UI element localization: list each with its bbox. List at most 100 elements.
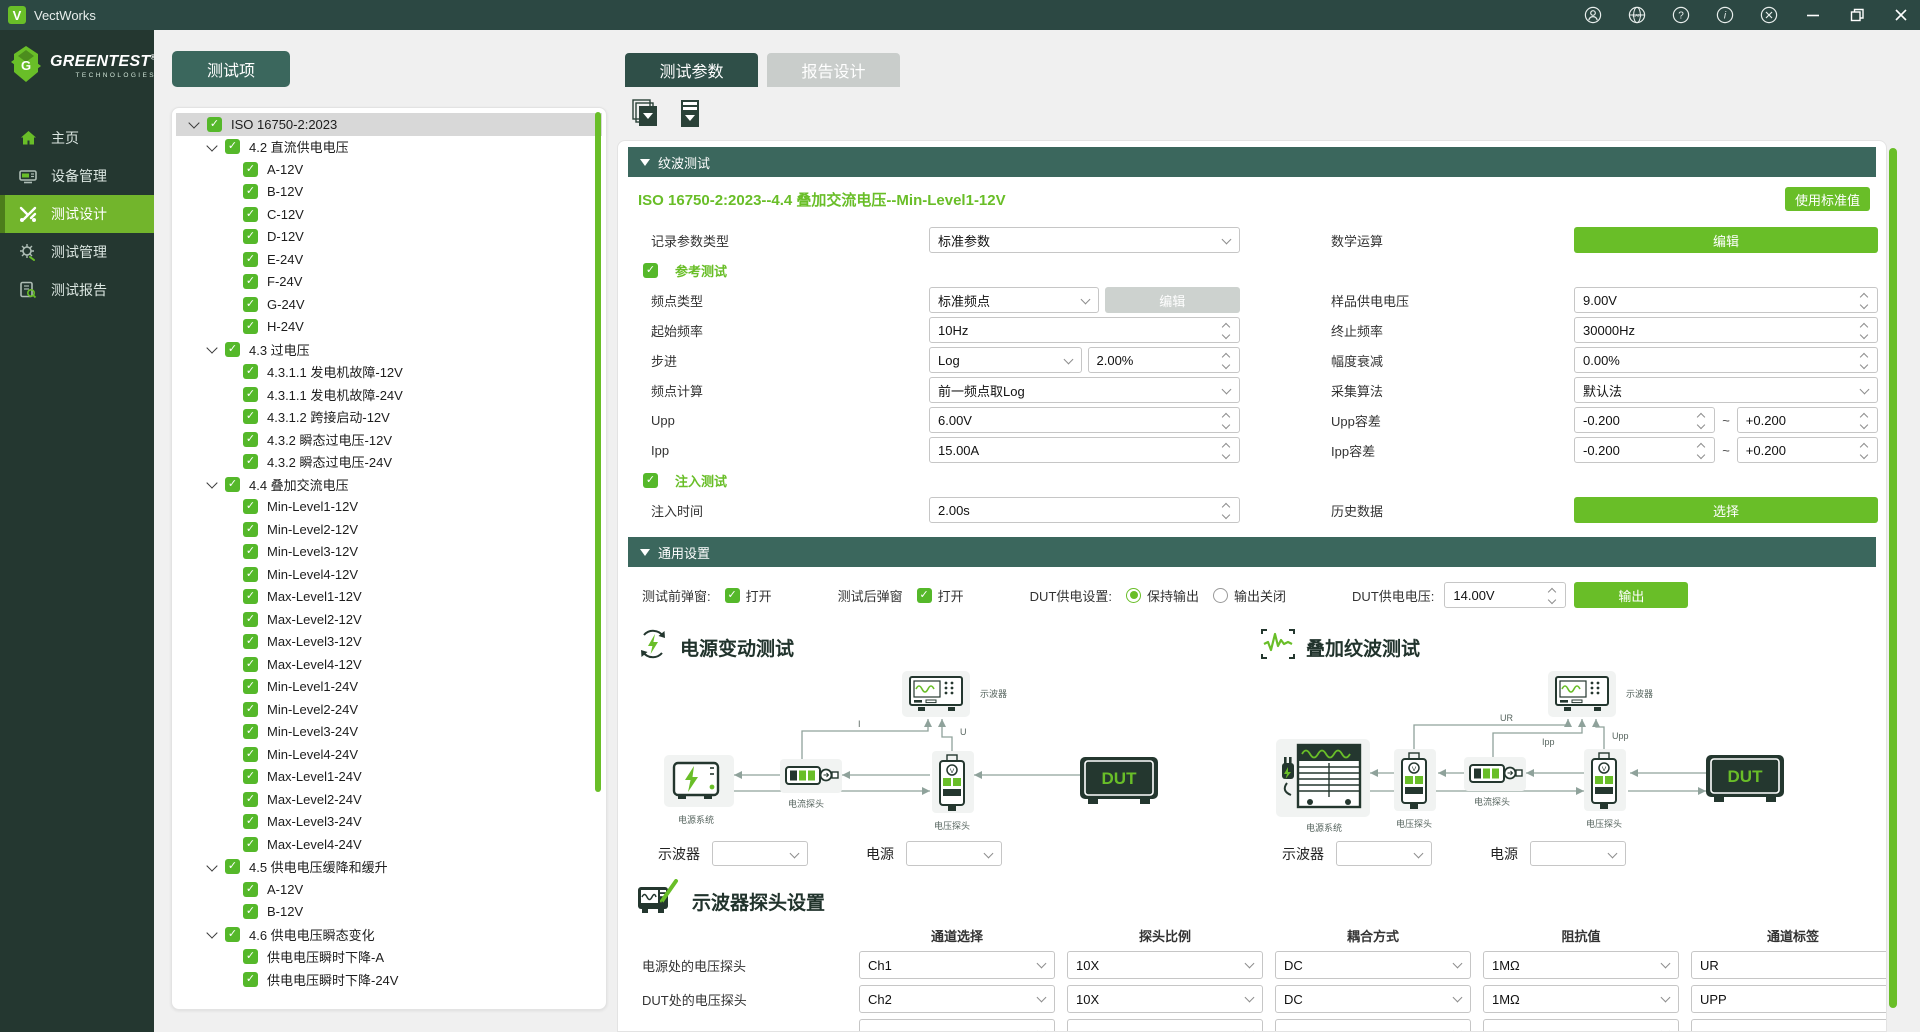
tree-item[interactable]: Max-Level3-12V bbox=[176, 631, 602, 654]
tree-checkbox[interactable] bbox=[243, 432, 258, 447]
power-select[interactable] bbox=[1530, 841, 1626, 866]
tree-checkbox[interactable] bbox=[225, 927, 240, 942]
upp-tol-min-spinner[interactable]: -0.200 bbox=[1574, 407, 1715, 433]
ripple-section-header[interactable]: 纹波测试 bbox=[628, 147, 1876, 177]
tree-checkbox[interactable] bbox=[207, 117, 222, 132]
tree-item[interactable]: 4.3.2 瞬态过电压-12V bbox=[176, 428, 602, 451]
freq-type-edit-button[interactable]: 编辑 bbox=[1105, 287, 1241, 313]
inject-time-spinner[interactable]: 2.00s bbox=[929, 497, 1240, 523]
tree-item[interactable]: Max-Level2-24V bbox=[176, 788, 602, 811]
tree-item[interactable]: B-12V bbox=[176, 181, 602, 204]
spinner-arrows-icon[interactable] bbox=[1860, 321, 1870, 341]
channel-tag-input[interactable] bbox=[1691, 1019, 1887, 1032]
spinner-arrows-icon[interactable] bbox=[1697, 441, 1707, 461]
tree-checkbox[interactable] bbox=[243, 409, 258, 424]
spinner-arrows-icon[interactable] bbox=[1222, 501, 1232, 521]
test-items-header[interactable]: 测试项 bbox=[172, 51, 290, 87]
spinner-arrows-icon[interactable] bbox=[1860, 351, 1870, 371]
expand-chevron-icon[interactable] bbox=[206, 928, 218, 940]
power-select[interactable] bbox=[906, 841, 1002, 866]
start-freq-spinner[interactable]: 10Hz bbox=[929, 317, 1240, 343]
tree-item[interactable]: 4.2 直流供电电压 bbox=[176, 136, 602, 159]
scope-select[interactable] bbox=[1336, 841, 1432, 866]
spinner-arrows-icon[interactable] bbox=[1860, 291, 1870, 311]
tree-checkbox[interactable] bbox=[243, 882, 258, 897]
amplitude-atten-spinner[interactable]: 0.00% bbox=[1574, 347, 1878, 373]
tree-item[interactable]: Min-Level3-24V bbox=[176, 721, 602, 744]
ratio-select[interactable]: 10X bbox=[1067, 985, 1263, 1013]
tree-checkbox[interactable] bbox=[243, 567, 258, 582]
tree-checkbox[interactable] bbox=[243, 747, 258, 762]
tree-checkbox[interactable] bbox=[243, 162, 258, 177]
tree-checkbox[interactable] bbox=[243, 814, 258, 829]
end-freq-spinner[interactable]: 30000Hz bbox=[1574, 317, 1878, 343]
tree-checkbox[interactable] bbox=[243, 544, 258, 559]
tree-item[interactable]: 4.4 叠加交流电压 bbox=[176, 473, 602, 496]
expand-chevron-icon[interactable] bbox=[188, 118, 200, 130]
record-param-select[interactable]: 标准参数 bbox=[929, 227, 1240, 253]
spinner-arrows-icon[interactable] bbox=[1860, 441, 1870, 461]
user-icon[interactable] bbox=[1584, 6, 1602, 24]
acq-algorithm-select[interactable]: 默认法 bbox=[1574, 377, 1878, 403]
spinner-arrows-icon[interactable] bbox=[1222, 441, 1232, 461]
reference-test-checkbox[interactable] bbox=[643, 263, 658, 278]
channel-tag-input[interactable]: UR bbox=[1691, 951, 1887, 979]
maximize-button[interactable] bbox=[1848, 6, 1866, 24]
tree-item[interactable]: 4.3.2 瞬态过电压-24V bbox=[176, 451, 602, 474]
tree-item[interactable]: 4.3.1.2 跨接启动-12V bbox=[176, 406, 602, 429]
minimize-button[interactable] bbox=[1804, 6, 1822, 24]
expand-chevron-icon[interactable] bbox=[206, 478, 218, 490]
ratio-select[interactable] bbox=[1067, 1019, 1263, 1032]
tree-checkbox[interactable] bbox=[243, 184, 258, 199]
tree-checkbox[interactable] bbox=[243, 297, 258, 312]
tree-checkbox[interactable] bbox=[243, 274, 258, 289]
tree-checkbox[interactable] bbox=[243, 454, 258, 469]
upp-tol-max-spinner[interactable]: +0.200 bbox=[1737, 407, 1878, 433]
tree-item[interactable]: 供电电压瞬时下降-24V bbox=[176, 968, 602, 991]
tree-checkbox[interactable] bbox=[243, 769, 258, 784]
main-scrollbar[interactable] bbox=[1889, 148, 1897, 1008]
info-icon[interactable]: i bbox=[1716, 6, 1734, 24]
tree-item[interactable]: 4.3 过电压 bbox=[176, 338, 602, 361]
tree-checkbox[interactable] bbox=[243, 702, 258, 717]
tree-checkbox[interactable] bbox=[243, 634, 258, 649]
output-off-radio[interactable] bbox=[1213, 588, 1228, 603]
tree-checkbox[interactable] bbox=[225, 342, 240, 357]
tree-item[interactable]: Min-Level4-24V bbox=[176, 743, 602, 766]
spinner-arrows-icon[interactable] bbox=[1222, 321, 1232, 341]
keep-output-radio[interactable] bbox=[1126, 588, 1141, 603]
coupling-select[interactable] bbox=[1275, 1019, 1471, 1032]
tree-item[interactable]: Min-Level1-12V bbox=[176, 496, 602, 519]
channel-select[interactable] bbox=[859, 1019, 1055, 1032]
tree-item[interactable]: B-12V bbox=[176, 901, 602, 924]
tab-test-parameters[interactable]: 测试参数 bbox=[625, 53, 758, 87]
tree-item[interactable]: Max-Level2-12V bbox=[176, 608, 602, 631]
import-down-icon[interactable] bbox=[675, 98, 705, 130]
output-button[interactable]: 输出 bbox=[1574, 582, 1688, 608]
expand-chevron-icon[interactable] bbox=[206, 141, 218, 153]
tree-checkbox[interactable] bbox=[243, 724, 258, 739]
tree-item[interactable]: 供电电压瞬时下降-A bbox=[176, 946, 602, 969]
ipp-tol-min-spinner[interactable]: -0.200 bbox=[1574, 437, 1715, 463]
tree-item[interactable]: E-24V bbox=[176, 248, 602, 271]
tree-checkbox[interactable] bbox=[225, 139, 240, 154]
channel-select[interactable]: Ch1 bbox=[859, 951, 1055, 979]
impedance-select[interactable]: 1MΩ bbox=[1483, 951, 1679, 979]
math-edit-button[interactable]: 编辑 bbox=[1574, 227, 1878, 253]
tree-item[interactable]: Min-Level4-12V bbox=[176, 563, 602, 586]
batch-copy-down-icon[interactable] bbox=[630, 98, 660, 130]
tree-item[interactable]: C-12V bbox=[176, 203, 602, 226]
tree-item[interactable]: A-12V bbox=[176, 158, 602, 181]
sidebar-item-devices[interactable]: 设备管理 bbox=[0, 157, 154, 195]
spinner-arrows-icon[interactable] bbox=[1860, 411, 1870, 431]
ipp-tol-max-spinner[interactable]: +0.200 bbox=[1737, 437, 1878, 463]
tree-checkbox[interactable] bbox=[243, 207, 258, 222]
post-popup-checkbox[interactable] bbox=[917, 588, 932, 603]
sidebar-item-test-manage[interactable]: 测试管理 bbox=[0, 233, 154, 271]
tree-item[interactable]: Min-Level1-24V bbox=[176, 676, 602, 699]
tree-checkbox[interactable] bbox=[243, 319, 258, 334]
tree-checkbox[interactable] bbox=[243, 904, 258, 919]
tree-item[interactable]: 4.3.1.1 发电机故障-24V bbox=[176, 383, 602, 406]
channel-select[interactable]: Ch2 bbox=[859, 985, 1055, 1013]
tree-checkbox[interactable] bbox=[243, 657, 258, 672]
